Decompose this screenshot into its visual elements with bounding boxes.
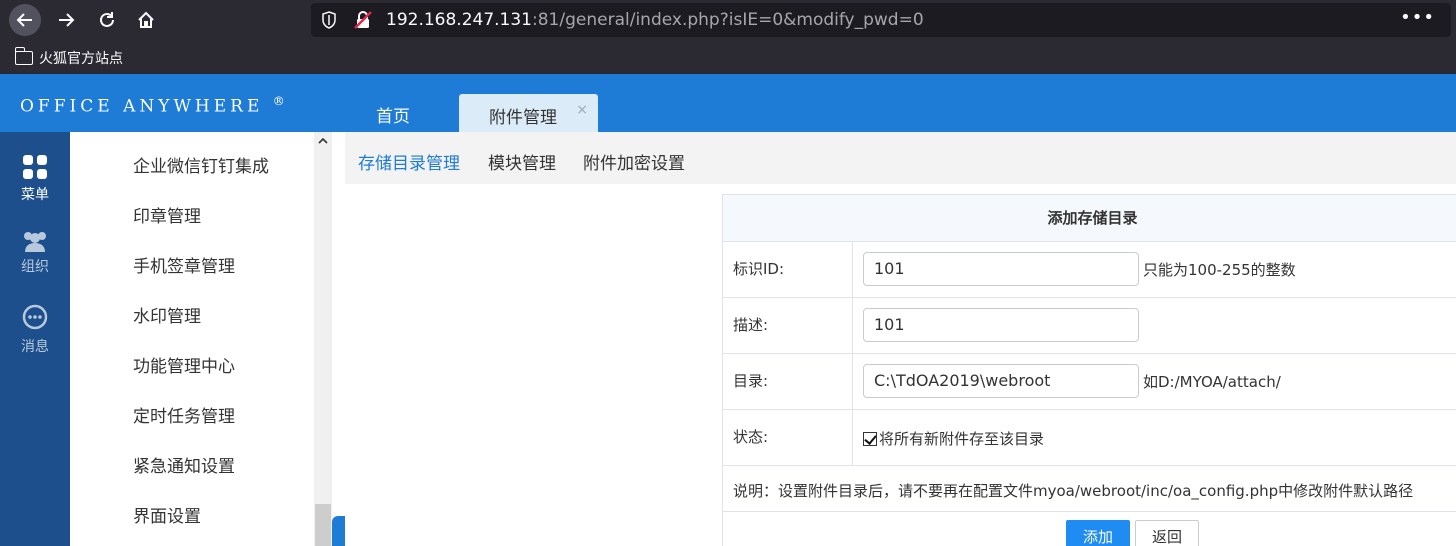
arrow-left-icon (16, 13, 32, 27)
people-icon (24, 232, 46, 252)
url-text[interactable]: 192.168.247.131:81/general/index.php?isI… (386, 10, 924, 30)
back-button[interactable] (9, 4, 41, 36)
url-path: :81/general/index.php?isIE=0&modify_pwd=… (532, 10, 924, 30)
back-button[interactable]: 返回 (1135, 520, 1199, 546)
chevron-up-icon[interactable] (318, 134, 328, 148)
menu-panel: 企业微信钉钉集成 印章管理 手机签章管理 水印管理 功能管理中心 定时任务管理 … (70, 132, 332, 546)
rail-item-org[interactable]: 组织 (0, 230, 70, 276)
form-note-row: 说明：设置附件目录后，请不要再在配置文件myoa/webroot/inc/oa_… (723, 466, 1456, 512)
form-row-description: 描述: 101 (723, 298, 1456, 354)
grid-icon (23, 155, 47, 179)
registered-mark: ® (272, 94, 285, 108)
bookmarks-bar: 火狐官方站点 (0, 40, 1456, 74)
id-hint: 只能为100-255的整数 (1143, 261, 1296, 279)
bookmark-label: 火狐官方站点 (39, 51, 123, 67)
form-row-directory: 目录: C:\TdOA2019\webroot 如D:/MYOA/attach/ (723, 354, 1456, 410)
menu-item-seal-management[interactable]: 印章管理 (133, 202, 201, 227)
home-button[interactable] (130, 4, 162, 36)
tab-attachment-management[interactable]: 附件管理 × (459, 94, 598, 132)
menu-scrollbar[interactable] (314, 132, 332, 546)
menu-item-emergency-notice[interactable]: 紧急通知设置 (133, 452, 235, 477)
form-row-id: 标识ID: 101 只能为100-255的整数 (723, 242, 1456, 298)
subnav-module-management[interactable]: 模块管理 (488, 149, 556, 174)
subnav-attachment-encryption[interactable]: 附件加密设置 (583, 149, 685, 174)
directory-input[interactable]: C:\TdOA2019\webroot (863, 364, 1139, 398)
menu-item-interface-settings[interactable]: 界面设置 (133, 502, 201, 527)
id-label: 标识ID: (723, 242, 853, 297)
url-host: 192.168.247.131 (386, 10, 533, 30)
menu-item-function-center[interactable]: 功能管理中心 (133, 352, 235, 377)
form-note: 说明：设置附件目录后，请不要再在配置文件myoa/webroot/inc/oa_… (733, 482, 1414, 500)
forward-button[interactable] (50, 4, 82, 36)
main-content: 存储目录管理 模块管理 附件加密设置 添加存储目录 标识ID: 101 只能为1… (345, 132, 1456, 546)
rail-item-label: 消息 (21, 339, 49, 355)
add-storage-directory-form: 添加存储目录 标识ID: 101 只能为100-255的整数 描述: 101 目… (722, 194, 1456, 546)
app-logo: OFFICE ANYWHERE ® (20, 94, 285, 117)
status-checkbox[interactable]: 将所有新附件存至该目录 (863, 428, 1044, 449)
scrollbar-thumb[interactable] (315, 504, 331, 546)
folder-icon (14, 47, 33, 65)
subnav-storage-directory[interactable]: 存储目录管理 (358, 149, 460, 174)
insecure-lock-icon[interactable] (354, 11, 372, 29)
menu-item-scheduled-tasks[interactable]: 定时任务管理 (133, 402, 235, 427)
menu-item-watermark[interactable]: 水印管理 (133, 302, 201, 327)
rail-item-label: 菜单 (21, 187, 49, 203)
status-checkbox-label: 将所有新附件存至该目录 (879, 430, 1045, 448)
directory-hint: 如D:/MYOA/attach/ (1143, 373, 1281, 391)
arrow-right-icon (59, 13, 75, 27)
url-bar[interactable]: 192.168.247.131:81/general/index.php?isI… (311, 3, 1451, 37)
description-label: 描述: (723, 298, 853, 353)
collapse-handle[interactable] (332, 516, 345, 546)
tab-home[interactable]: 首页 (376, 102, 410, 127)
page-actions-menu-icon[interactable]: ••• (1400, 7, 1435, 28)
chat-icon (22, 304, 48, 330)
directory-label: 目录: (723, 354, 853, 409)
bookmark-firefox-official[interactable]: 火狐官方站点 (14, 47, 123, 68)
form-button-row: 添加 返回 (723, 512, 1456, 546)
close-icon[interactable]: × (576, 102, 588, 118)
checkbox-checked-icon[interactable] (863, 431, 877, 446)
home-icon (138, 11, 154, 28)
left-rail: 菜单 组织 消息 (0, 132, 70, 546)
menu-item-mobile-signature[interactable]: 手机签章管理 (133, 252, 235, 277)
shield-icon[interactable] (321, 11, 337, 29)
add-button[interactable]: 添加 (1066, 520, 1130, 546)
tab-label: 附件管理 (489, 108, 557, 128)
reload-button[interactable] (91, 4, 123, 36)
rail-item-messages[interactable]: 消息 (0, 304, 70, 356)
app-logo-text: OFFICE ANYWHERE (20, 96, 264, 117)
sub-navigation: 存储目录管理 模块管理 附件加密设置 (345, 132, 1456, 184)
rail-item-menu[interactable]: 菜单 (0, 154, 70, 204)
browser-toolbar: 192.168.247.131:81/general/index.php?isI… (0, 0, 1456, 40)
menu-item-wecom-dingtalk[interactable]: 企业微信钉钉集成 (133, 152, 269, 177)
rail-item-label: 组织 (21, 259, 49, 275)
form-title: 添加存储目录 (723, 195, 1456, 242)
form-row-status: 状态: 将所有新附件存至该目录 (723, 410, 1456, 466)
id-input[interactable]: 101 (863, 252, 1139, 286)
description-input[interactable]: 101 (863, 308, 1139, 342)
reload-icon (100, 12, 114, 27)
app-header: OFFICE ANYWHERE ® 首页 附件管理 × (0, 74, 1456, 132)
status-label: 状态: (723, 410, 853, 465)
